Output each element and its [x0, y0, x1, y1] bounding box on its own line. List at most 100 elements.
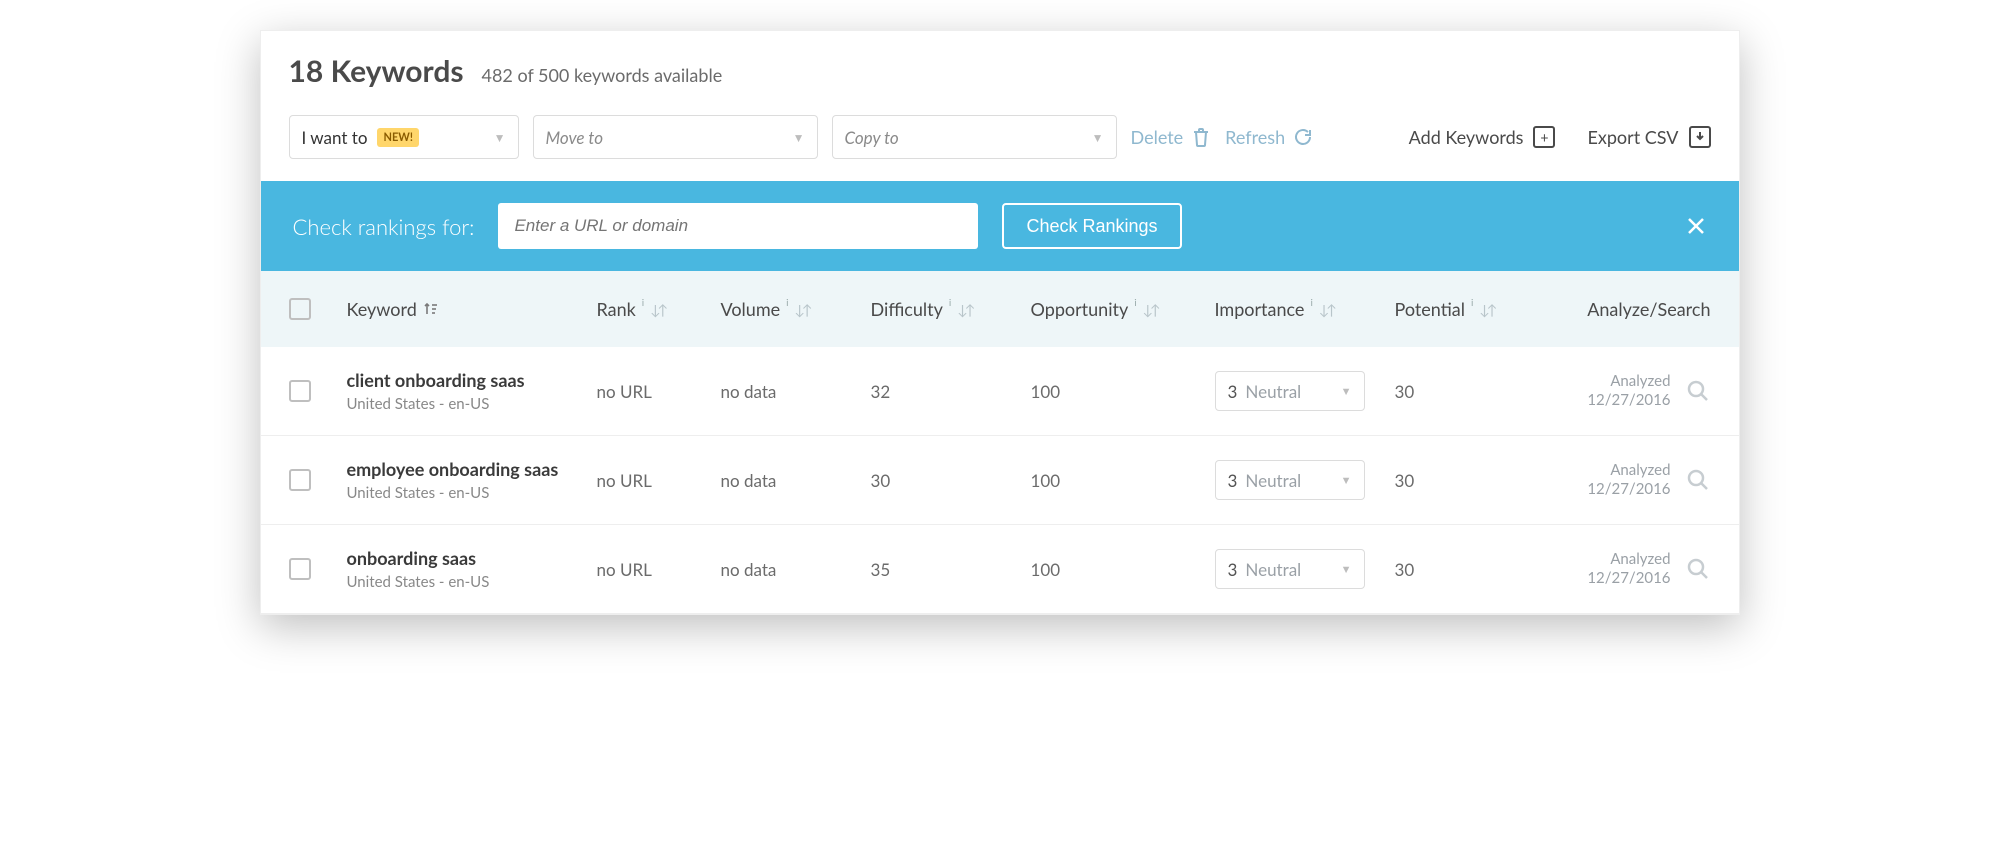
column-importance[interactable]: Importance i ↓↑: [1215, 298, 1395, 320]
keyword-word: Keywords: [331, 53, 464, 89]
search-button[interactable]: [1685, 378, 1711, 404]
move-to-label: Move to: [546, 127, 604, 148]
table-header: Keyword Rank i ↓↑ Volume i ↓↑ Difficulty…: [261, 271, 1739, 347]
sort-icon: ↓↑: [1143, 301, 1158, 318]
rank-value: no URL: [597, 559, 721, 580]
importance-value: 3: [1228, 381, 1238, 402]
row-checkbox[interactable]: [289, 469, 311, 491]
row-checkbox[interactable]: [289, 380, 311, 402]
analyzed-label: Analyzed: [1587, 372, 1670, 392]
row-checkbox[interactable]: [289, 558, 311, 580]
column-importance-label: Importance: [1215, 298, 1305, 320]
importance-label: Neutral: [1245, 381, 1301, 402]
chevron-down-icon: ▼: [1341, 385, 1352, 398]
potential-value: 30: [1395, 381, 1555, 402]
check-rankings-button[interactable]: Check Rankings: [1002, 203, 1181, 249]
search-button[interactable]: [1685, 556, 1711, 582]
column-analyze-label: Analyze/Search: [1587, 298, 1710, 320]
plus-box-icon: +: [1533, 126, 1555, 148]
importance-dropdown[interactable]: 3 Neutral ▼: [1215, 460, 1365, 500]
difficulty-value: 35: [871, 559, 1031, 580]
column-difficulty[interactable]: Difficulty i ↓↑: [871, 298, 1031, 320]
volume-value: no data: [721, 381, 871, 402]
chevron-down-icon: ▼: [1341, 474, 1352, 487]
potential-value: 30: [1395, 470, 1555, 491]
close-icon: [1685, 215, 1707, 237]
column-opportunity-label: Opportunity: [1031, 298, 1129, 320]
i-want-to-dropdown[interactable]: I want to NEW! ▼: [289, 115, 519, 159]
delete-label: Delete: [1131, 126, 1184, 148]
sort-icon: ↓↑: [1479, 301, 1494, 318]
sort-icon: ↓↑: [1319, 301, 1334, 318]
column-analyze: Analyze/Search: [1587, 298, 1710, 320]
potential-value: 30: [1395, 559, 1555, 580]
chevron-down-icon: ▼: [793, 130, 805, 145]
column-keyword[interactable]: Keyword: [347, 298, 597, 320]
column-difficulty-label: Difficulty: [871, 298, 943, 320]
move-to-dropdown[interactable]: Move to ▼: [533, 115, 818, 159]
export-csv-button[interactable]: Export CSV: [1587, 126, 1710, 148]
info-icon: i: [786, 297, 788, 309]
chevron-down-icon: ▼: [1341, 563, 1352, 576]
keyword-locale: United States - en-US: [347, 573, 597, 591]
info-icon: i: [642, 297, 644, 309]
i-want-to-label: I want to: [302, 127, 368, 148]
column-potential-label: Potential: [1395, 298, 1466, 320]
add-keywords-button[interactable]: Add Keywords +: [1409, 126, 1556, 148]
keywords-available: 482 of 500 keywords available: [482, 64, 723, 86]
refresh-icon: [1293, 127, 1313, 147]
table-row: onboarding saas United States - en-US no…: [261, 525, 1739, 614]
opportunity-value: 100: [1031, 470, 1215, 491]
chevron-down-icon: ▼: [1092, 130, 1104, 145]
sort-icon: ↓↑: [957, 301, 972, 318]
sort-icon: ↓↑: [650, 301, 665, 318]
column-potential[interactable]: Potential i ↓↑: [1395, 298, 1555, 320]
importance-label: Neutral: [1245, 470, 1301, 491]
table-row: employee onboarding saas United States -…: [261, 436, 1739, 525]
check-rankings-label: Check rankings for:: [293, 213, 475, 240]
search-icon: [1685, 378, 1711, 404]
opportunity-value: 100: [1031, 381, 1215, 402]
sort-icon: ↓↑: [795, 301, 810, 318]
column-opportunity[interactable]: Opportunity i ↓↑: [1031, 298, 1215, 320]
toolbar: I want to NEW! ▼ Move to ▼ Copy to ▼ Del…: [261, 97, 1739, 181]
column-rank-label: Rank: [597, 298, 636, 320]
select-all-checkbox[interactable]: [289, 298, 311, 320]
keyword-locale: United States - en-US: [347, 395, 597, 413]
analyzed-info: Analyzed 12/27/2016: [1587, 461, 1670, 500]
info-icon: i: [949, 297, 951, 309]
column-volume[interactable]: Volume i ↓↑: [721, 298, 871, 320]
importance-value: 3: [1228, 559, 1238, 580]
table-row: client onboarding saas United States - e…: [261, 347, 1739, 436]
copy-to-dropdown[interactable]: Copy to ▼: [832, 115, 1117, 159]
check-rankings-banner: Check rankings for: Check Rankings: [261, 181, 1739, 271]
importance-dropdown[interactable]: 3 Neutral ▼: [1215, 549, 1365, 589]
keyword-name: employee onboarding saas: [347, 458, 597, 480]
table-body: client onboarding saas United States - e…: [261, 347, 1739, 614]
analyzed-label: Analyzed: [1587, 461, 1670, 481]
column-keyword-label: Keyword: [347, 298, 417, 320]
download-box-icon: [1689, 126, 1711, 148]
volume-value: no data: [721, 559, 871, 580]
analyzed-info: Analyzed 12/27/2016: [1587, 372, 1670, 411]
importance-value: 3: [1228, 470, 1238, 491]
column-rank[interactable]: Rank i ↓↑: [597, 298, 721, 320]
search-icon: [1685, 556, 1711, 582]
keyword-name: client onboarding saas: [347, 369, 597, 391]
delete-button[interactable]: Delete: [1131, 126, 1212, 148]
trash-icon: [1191, 126, 1211, 148]
close-banner-button[interactable]: [1685, 215, 1707, 237]
opportunity-value: 100: [1031, 559, 1215, 580]
copy-to-label: Copy to: [845, 127, 899, 148]
difficulty-value: 32: [871, 381, 1031, 402]
search-button[interactable]: [1685, 467, 1711, 493]
url-domain-input[interactable]: [498, 203, 978, 249]
importance-dropdown[interactable]: 3 Neutral ▼: [1215, 371, 1365, 411]
keyword-count: 18: [289, 53, 324, 89]
refresh-button[interactable]: Refresh: [1225, 126, 1313, 148]
rank-value: no URL: [597, 381, 721, 402]
keyword-locale: United States - en-US: [347, 484, 597, 502]
page-title: 18 Keywords: [289, 53, 464, 89]
analyzed-date: 12/27/2016: [1587, 569, 1670, 589]
search-icon: [1685, 467, 1711, 493]
